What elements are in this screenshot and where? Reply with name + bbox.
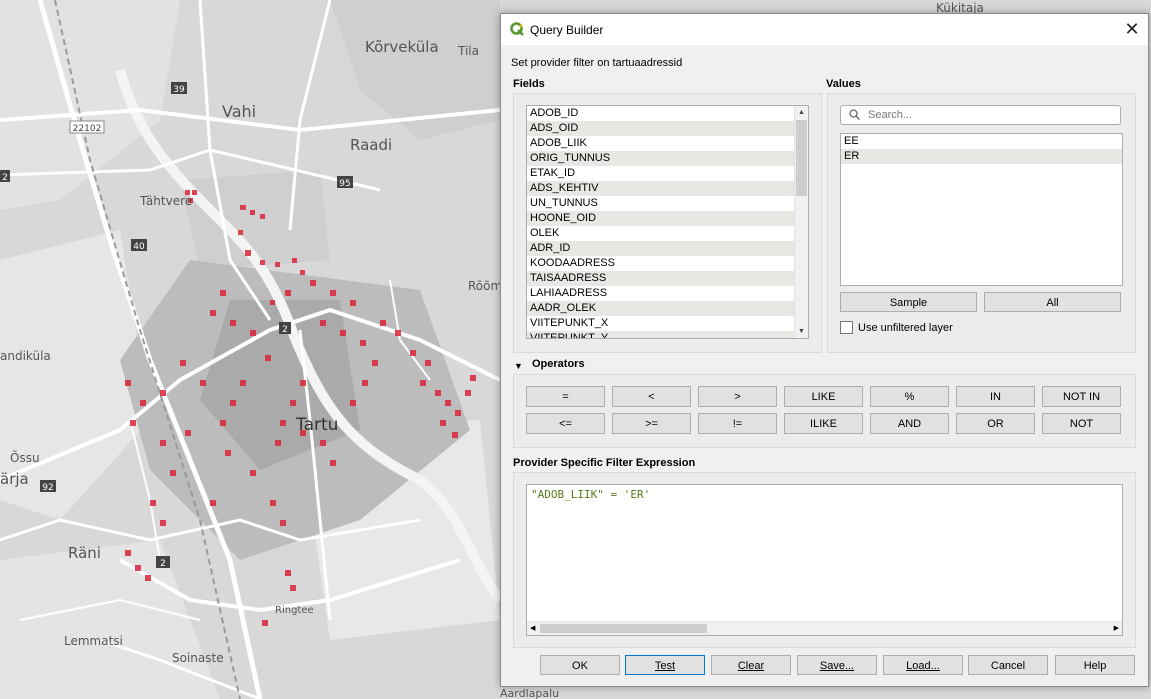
field-item[interactable]: AADR_OLEK	[527, 301, 794, 316]
field-item[interactable]: ADS_KEHTIV	[527, 181, 794, 196]
field-item[interactable]: UN_TUNNUS	[527, 196, 794, 211]
map-label: Tähtvere	[139, 194, 192, 208]
map-label: ärja	[0, 470, 29, 488]
operator-button[interactable]: >	[698, 386, 777, 407]
cancel-button[interactable]: Cancel	[968, 655, 1048, 675]
scroll-up-icon[interactable]: ▲	[795, 106, 808, 119]
road-number: 95	[339, 179, 350, 189]
search-placeholder: Search...	[868, 109, 913, 121]
operator-button[interactable]: >=	[612, 413, 691, 434]
fields-scrollbar[interactable]: ▲ ▼	[794, 106, 808, 338]
field-item[interactable]: LAHIAADRESS	[527, 286, 794, 301]
expression-hscrollbar[interactable]: ◀ ▶	[527, 621, 1122, 635]
close-icon[interactable]: ✕	[1120, 18, 1144, 40]
map-label: Kõrveküla	[365, 38, 439, 56]
map-label: Õssu	[10, 450, 40, 465]
road-number: 2	[282, 325, 288, 335]
qgis-icon	[510, 22, 524, 36]
map-label: Soinaste	[172, 651, 224, 665]
field-item[interactable]: VIITEPUNKT_Y	[527, 331, 794, 338]
field-item[interactable]: TAISAADRESS	[527, 271, 794, 286]
road-number: 2	[160, 559, 166, 569]
use-unfiltered-label: Use unfiltered layer	[858, 322, 953, 334]
save-label: Save...	[819, 660, 855, 672]
scroll-left-icon[interactable]: ◀	[530, 622, 535, 635]
field-item[interactable]: ADOB_ID	[527, 106, 794, 121]
expression-text[interactable]: "ADOB_LIIK" = 'ER'	[531, 488, 650, 501]
map-label: Vahi	[222, 102, 256, 121]
test-button[interactable]: Test	[625, 655, 705, 675]
triangle-down-icon[interactable]: ▼	[514, 361, 523, 371]
use-unfiltered-checkbox[interactable]	[840, 321, 853, 334]
ok-button[interactable]: OK	[540, 655, 620, 675]
operator-button[interactable]: AND	[870, 413, 949, 434]
all-button[interactable]: All	[984, 292, 1121, 312]
value-item[interactable]: ER	[841, 149, 1122, 164]
scroll-thumb[interactable]	[796, 120, 807, 196]
field-item[interactable]: ADR_ID	[527, 241, 794, 256]
test-label: Test	[654, 660, 676, 672]
expression-editor[interactable]: "ADOB_LIIK" = 'ER' ◀ ▶	[526, 484, 1123, 636]
map-label: Aardlapalu	[500, 687, 559, 699]
road-number: 40	[133, 242, 145, 252]
clear-button[interactable]: Clear	[711, 655, 791, 675]
operator-button[interactable]: ILIKE	[784, 413, 863, 434]
field-item[interactable]: OLEK	[527, 226, 794, 241]
operator-button[interactable]: !=	[698, 413, 777, 434]
operator-button[interactable]: =	[526, 386, 605, 407]
operator-button[interactable]: OR	[956, 413, 1035, 434]
map-label: Tartu	[295, 415, 338, 435]
fields-rows: ADOB_ID ADS_OID ADOB_LIIK ORIG_TUNNUS ETAK_I…	[527, 106, 794, 338]
operator-button[interactable]: IN	[956, 386, 1035, 407]
clear-label: Clear	[737, 660, 765, 672]
value-item[interactable]: EE	[841, 134, 1122, 149]
load-label: Load...	[906, 660, 940, 672]
expression-header: Provider Specific Filter Expression	[513, 457, 696, 469]
values-header: Values	[826, 78, 861, 90]
field-item[interactable]: VIITEPUNKT_X	[527, 316, 794, 331]
field-item[interactable]: KOODAADRESS	[527, 256, 794, 271]
operators-header[interactable]: Operators	[532, 358, 585, 370]
road-number: 39	[173, 85, 185, 95]
help-button[interactable]: Help	[1055, 655, 1135, 675]
field-item[interactable]: ADS_OID	[527, 121, 794, 136]
operator-button[interactable]: LIKE	[784, 386, 863, 407]
save-button[interactable]: Save...	[797, 655, 877, 675]
field-item[interactable]: ETAK_ID	[527, 166, 794, 181]
scroll-down-icon[interactable]: ▼	[795, 325, 808, 338]
window-title: Query Builder	[530, 23, 604, 37]
query-builder-dialog: Query Builder ✕ Set provider filter on t…	[500, 13, 1149, 687]
values-list[interactable]: EE ER	[840, 133, 1123, 286]
hscroll-thumb[interactable]	[540, 624, 707, 633]
road-number: 92	[42, 483, 53, 493]
load-button[interactable]: Load...	[883, 655, 963, 675]
fields-header: Fields	[513, 78, 545, 90]
map-label: andiküla	[0, 349, 51, 363]
operator-button[interactable]: NOT	[1042, 413, 1121, 434]
road-number: 2	[2, 173, 8, 183]
map-label: Lemmatsi	[64, 634, 123, 648]
title-bar[interactable]: Query Builder ✕	[501, 14, 1148, 45]
sample-button[interactable]: Sample	[840, 292, 977, 312]
map-label: Ringtee	[275, 605, 314, 616]
map-label: Rõõm	[468, 279, 502, 293]
scroll-right-icon[interactable]: ▶	[1114, 622, 1119, 635]
map-label: Tila	[457, 44, 479, 58]
road-number: 22102	[73, 124, 102, 134]
operator-button[interactable]: %	[870, 386, 949, 407]
search-input[interactable]: Search...	[840, 105, 1121, 125]
field-item[interactable]: HOONE_OID	[527, 211, 794, 226]
map-label: Räni	[68, 544, 101, 562]
field-item[interactable]: ORIG_TUNNUS	[527, 151, 794, 166]
provider-filter-label: Set provider filter on tartuaadressid	[511, 57, 683, 69]
operator-button[interactable]: <=	[526, 413, 605, 434]
map-label: Raadi	[350, 136, 392, 154]
operator-button[interactable]: <	[612, 386, 691, 407]
fields-list[interactable]: ADOB_ID ADS_OID ADOB_LIIK ORIG_TUNNUS ETAK_I…	[526, 105, 809, 339]
search-icon	[849, 109, 860, 120]
field-item[interactable]: ADOB_LIIK	[527, 136, 794, 151]
operator-button[interactable]: NOT IN	[1042, 386, 1121, 407]
